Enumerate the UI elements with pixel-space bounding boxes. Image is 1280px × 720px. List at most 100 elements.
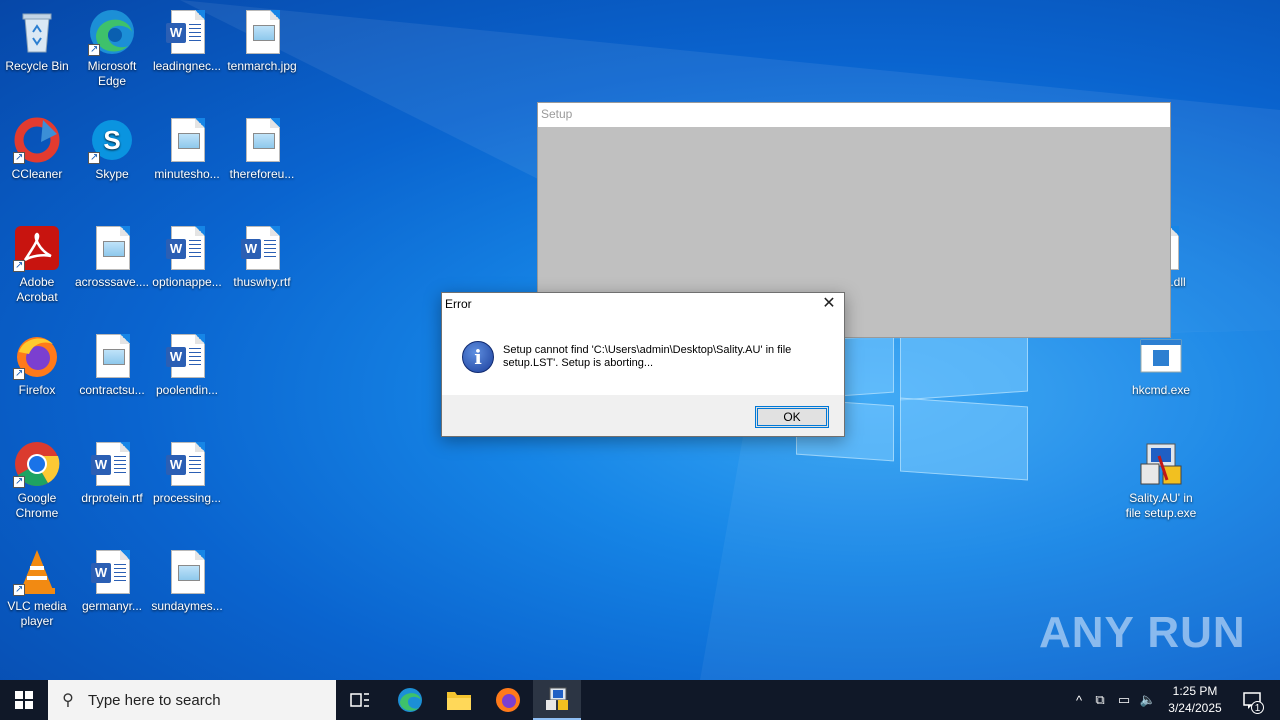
word-doc-icon: W (88, 440, 136, 488)
windows-start-icon (15, 691, 33, 709)
acrobat-icon (13, 224, 61, 273)
desktop-icon-thereforeu[interactable]: thereforeu... (224, 116, 300, 182)
firefox-icon (13, 332, 61, 381)
desktop-icon-skype[interactable]: S Skype (74, 116, 150, 182)
meet-now-icon[interactable]: ⧉ (1088, 692, 1112, 708)
icon-label: Skype (95, 167, 129, 181)
taskbar-edge[interactable] (386, 680, 434, 720)
desktop-icon-firefox[interactable]: Firefox (0, 332, 75, 398)
desktop-icon-sundaymes[interactable]: sundaymes... (149, 548, 225, 614)
icon-label: CCleaner (11, 167, 63, 181)
icon-label: acrosssave.... (74, 275, 150, 289)
notification-center-button[interactable]: 1 (1232, 680, 1272, 720)
error-dialog-titlebar[interactable]: Error ✕ (442, 293, 844, 315)
error-dialog-title: Error (445, 297, 472, 311)
image-file-icon (88, 224, 136, 272)
taskbar-file-explorer[interactable] (435, 680, 483, 720)
desktop-icon-ccleaner[interactable]: CCleaner (0, 116, 75, 182)
desktop-icon-tenmarch[interactable]: tenmarch.jpg (224, 8, 300, 74)
taskbar: ⚲ Type here to search ^ ⧉ ▭ 🔈 1:25 PM 3/… (0, 680, 1280, 720)
volume-icon[interactable]: 🔈 (1136, 692, 1160, 708)
desktop-icon-thuswhy[interactable]: W thuswhy.rtf (224, 224, 300, 290)
setup-exe-icon (1137, 440, 1185, 488)
icon-label: Firefox (18, 383, 56, 397)
clock-date: 3/24/2025 (1168, 701, 1222, 715)
taskbar-firefox[interactable] (484, 680, 532, 720)
desktop-icon-vlc[interactable]: VLC media player (0, 548, 75, 629)
close-icon[interactable]: ✕ (820, 294, 838, 314)
image-file-icon (163, 548, 211, 596)
word-doc-icon: W (88, 548, 136, 596)
icon-label: leadingnec... (152, 59, 222, 73)
desktop-icon-recycle-bin[interactable]: Recycle Bin (0, 8, 75, 74)
image-file-icon (163, 116, 211, 164)
icon-label: VLC media player (7, 599, 67, 628)
desktop-icon-poolendin[interactable]: W poolendin... (149, 332, 225, 398)
icon-label: Microsoft Edge (87, 59, 137, 88)
icon-label: Sality.AU' in file setup.exe (1125, 491, 1197, 520)
word-doc-icon: W (163, 224, 211, 272)
icon-label: processing... (152, 491, 222, 505)
clock-time: 1:25 PM (1172, 684, 1218, 698)
desktop-icon-chrome[interactable]: Google Chrome (0, 440, 75, 521)
image-file-icon (238, 8, 286, 56)
taskbar-search-box[interactable]: ⚲ Type here to search (48, 680, 336, 720)
desktop-icon-minutesho[interactable]: minutesho... (149, 116, 225, 182)
desktop-icon-germanyr[interactable]: W germanyr... (74, 548, 150, 614)
desktop-icon-optionappe[interactable]: W optionappe... (149, 224, 225, 290)
chevron-up-icon[interactable]: ^ (1070, 693, 1088, 708)
desktop-icon-processing[interactable]: W processing... (149, 440, 225, 506)
icon-label: poolendin... (155, 383, 219, 397)
desktop-icon-acrosssave[interactable]: acrosssave.... (74, 224, 150, 290)
task-view-icon (350, 693, 369, 707)
taskbar-clock[interactable]: 1:25 PM 3/24/2025 (1160, 683, 1230, 717)
network-icon[interactable]: ▭ (1112, 692, 1136, 708)
desktop-icon-leadingnec[interactable]: W leadingnec... (149, 8, 225, 74)
desktop-icon-edge[interactable]: Microsoft Edge (74, 8, 150, 89)
desktop-icon-contractsu[interactable]: contractsu... (74, 332, 150, 398)
icon-label: drprotein.rtf (81, 491, 143, 505)
icon-label: contractsu... (79, 383, 145, 397)
recycle-bin-icon (13, 8, 61, 56)
icon-label: thereforeu... (229, 167, 295, 181)
ok-button[interactable]: OK (755, 406, 829, 428)
icon-label: minutesho... (154, 167, 220, 181)
anyrun-watermark: ANY RUN (1039, 608, 1246, 657)
image-file-icon (238, 116, 286, 164)
icon-label: germanyr... (81, 599, 143, 613)
icon-label: Recycle Bin (5, 59, 69, 73)
system-tray: ^ ⧉ ▭ 🔈 (1070, 680, 1160, 720)
error-dialog[interactable]: Error ✕ i Setup cannot find 'C:\Users\ad… (441, 292, 845, 437)
skype-icon: S (88, 116, 136, 165)
search-placeholder: Type here to search (88, 691, 221, 709)
desktop-icon-sality-setup[interactable]: Sality.AU' in file setup.exe (1123, 440, 1199, 521)
desktop-icon-hkcmd[interactable]: hkcmd.exe (1123, 332, 1199, 398)
chrome-icon (13, 440, 61, 489)
info-icon: i (462, 341, 494, 373)
start-button[interactable] (0, 680, 48, 720)
icon-label: hkcmd.exe (1131, 383, 1191, 397)
edge-icon (398, 688, 422, 712)
ccleaner-icon (13, 116, 61, 165)
icon-label: sundaymes... (151, 599, 223, 613)
word-doc-icon: W (163, 332, 211, 380)
icon-label: thuswhy.rtf (233, 275, 291, 289)
notification-badge: 1 (1251, 701, 1264, 714)
taskbar-setup-app[interactable] (533, 680, 581, 720)
vlc-icon (13, 548, 61, 597)
task-view-button[interactable] (336, 680, 384, 720)
setup-exe-icon (546, 687, 568, 710)
word-doc-icon: W (238, 224, 286, 272)
exe-icon (1137, 332, 1185, 380)
word-doc-icon: W (163, 8, 211, 56)
firefox-icon (496, 688, 520, 712)
setup-window-title[interactable]: Setup (538, 103, 1170, 127)
desktop-icon-acrobat[interactable]: Adobe Acrobat (0, 224, 75, 305)
icon-label: Adobe Acrobat (16, 275, 58, 304)
image-file-icon (88, 332, 136, 380)
desktop-icon-drprotein[interactable]: W drprotein.rtf (74, 440, 150, 506)
folder-icon (447, 692, 471, 710)
search-icon: ⚲ (62, 692, 74, 709)
word-doc-icon: W (163, 440, 211, 488)
error-message: Setup cannot find 'C:\Users\admin\Deskto… (503, 344, 792, 369)
